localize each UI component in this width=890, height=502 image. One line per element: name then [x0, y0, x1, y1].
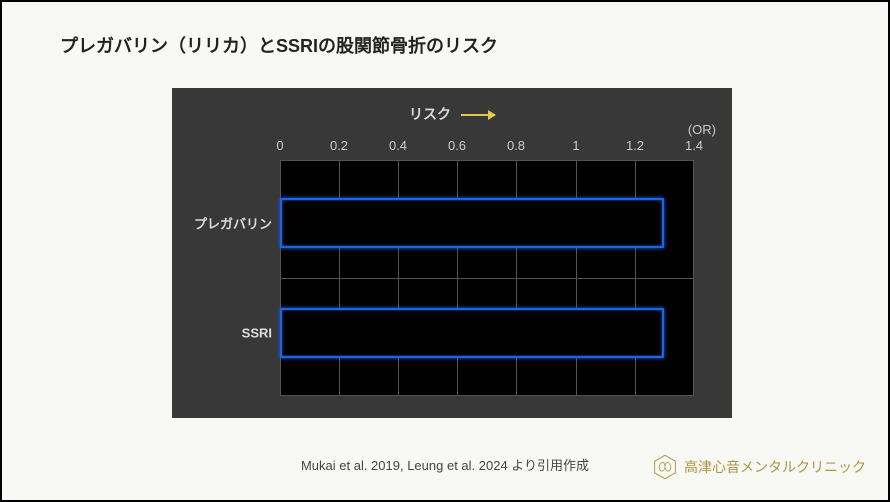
- bar-ssri: [280, 308, 664, 358]
- clinic-logo-icon: [652, 454, 678, 480]
- or-unit-label: (OR): [688, 122, 716, 137]
- bar-pregabalin: [280, 198, 664, 248]
- arrow-right-icon: [461, 114, 495, 116]
- risk-text: リスク: [409, 106, 451, 122]
- tick-label: 1: [572, 138, 579, 153]
- risk-axis-label: リスク: [172, 104, 732, 124]
- page-title: プレガバリン（リリカ）とSSRIの股関節骨折のリスク: [60, 32, 498, 58]
- category-label: SSRI: [176, 326, 272, 341]
- clinic-name: 高津心音メンタルクリニック: [684, 457, 866, 477]
- tick-label: 0.8: [507, 138, 525, 153]
- plot-area: [280, 160, 694, 396]
- tick-label: 1.4: [685, 138, 703, 153]
- chart-container: リスク (OR) 0 0.2 0.4 0.6 0.8 1 1.2 1.4 プレガ…: [172, 88, 732, 418]
- category-label: プレガバリン: [176, 214, 272, 233]
- clinic-credit: 高津心音メンタルクリニック: [652, 454, 866, 480]
- tick-label: 0: [276, 138, 283, 153]
- tick-label: 0.6: [448, 138, 466, 153]
- tick-label: 1.2: [626, 138, 644, 153]
- tick-label: 0.4: [389, 138, 407, 153]
- tick-label: 0.2: [330, 138, 348, 153]
